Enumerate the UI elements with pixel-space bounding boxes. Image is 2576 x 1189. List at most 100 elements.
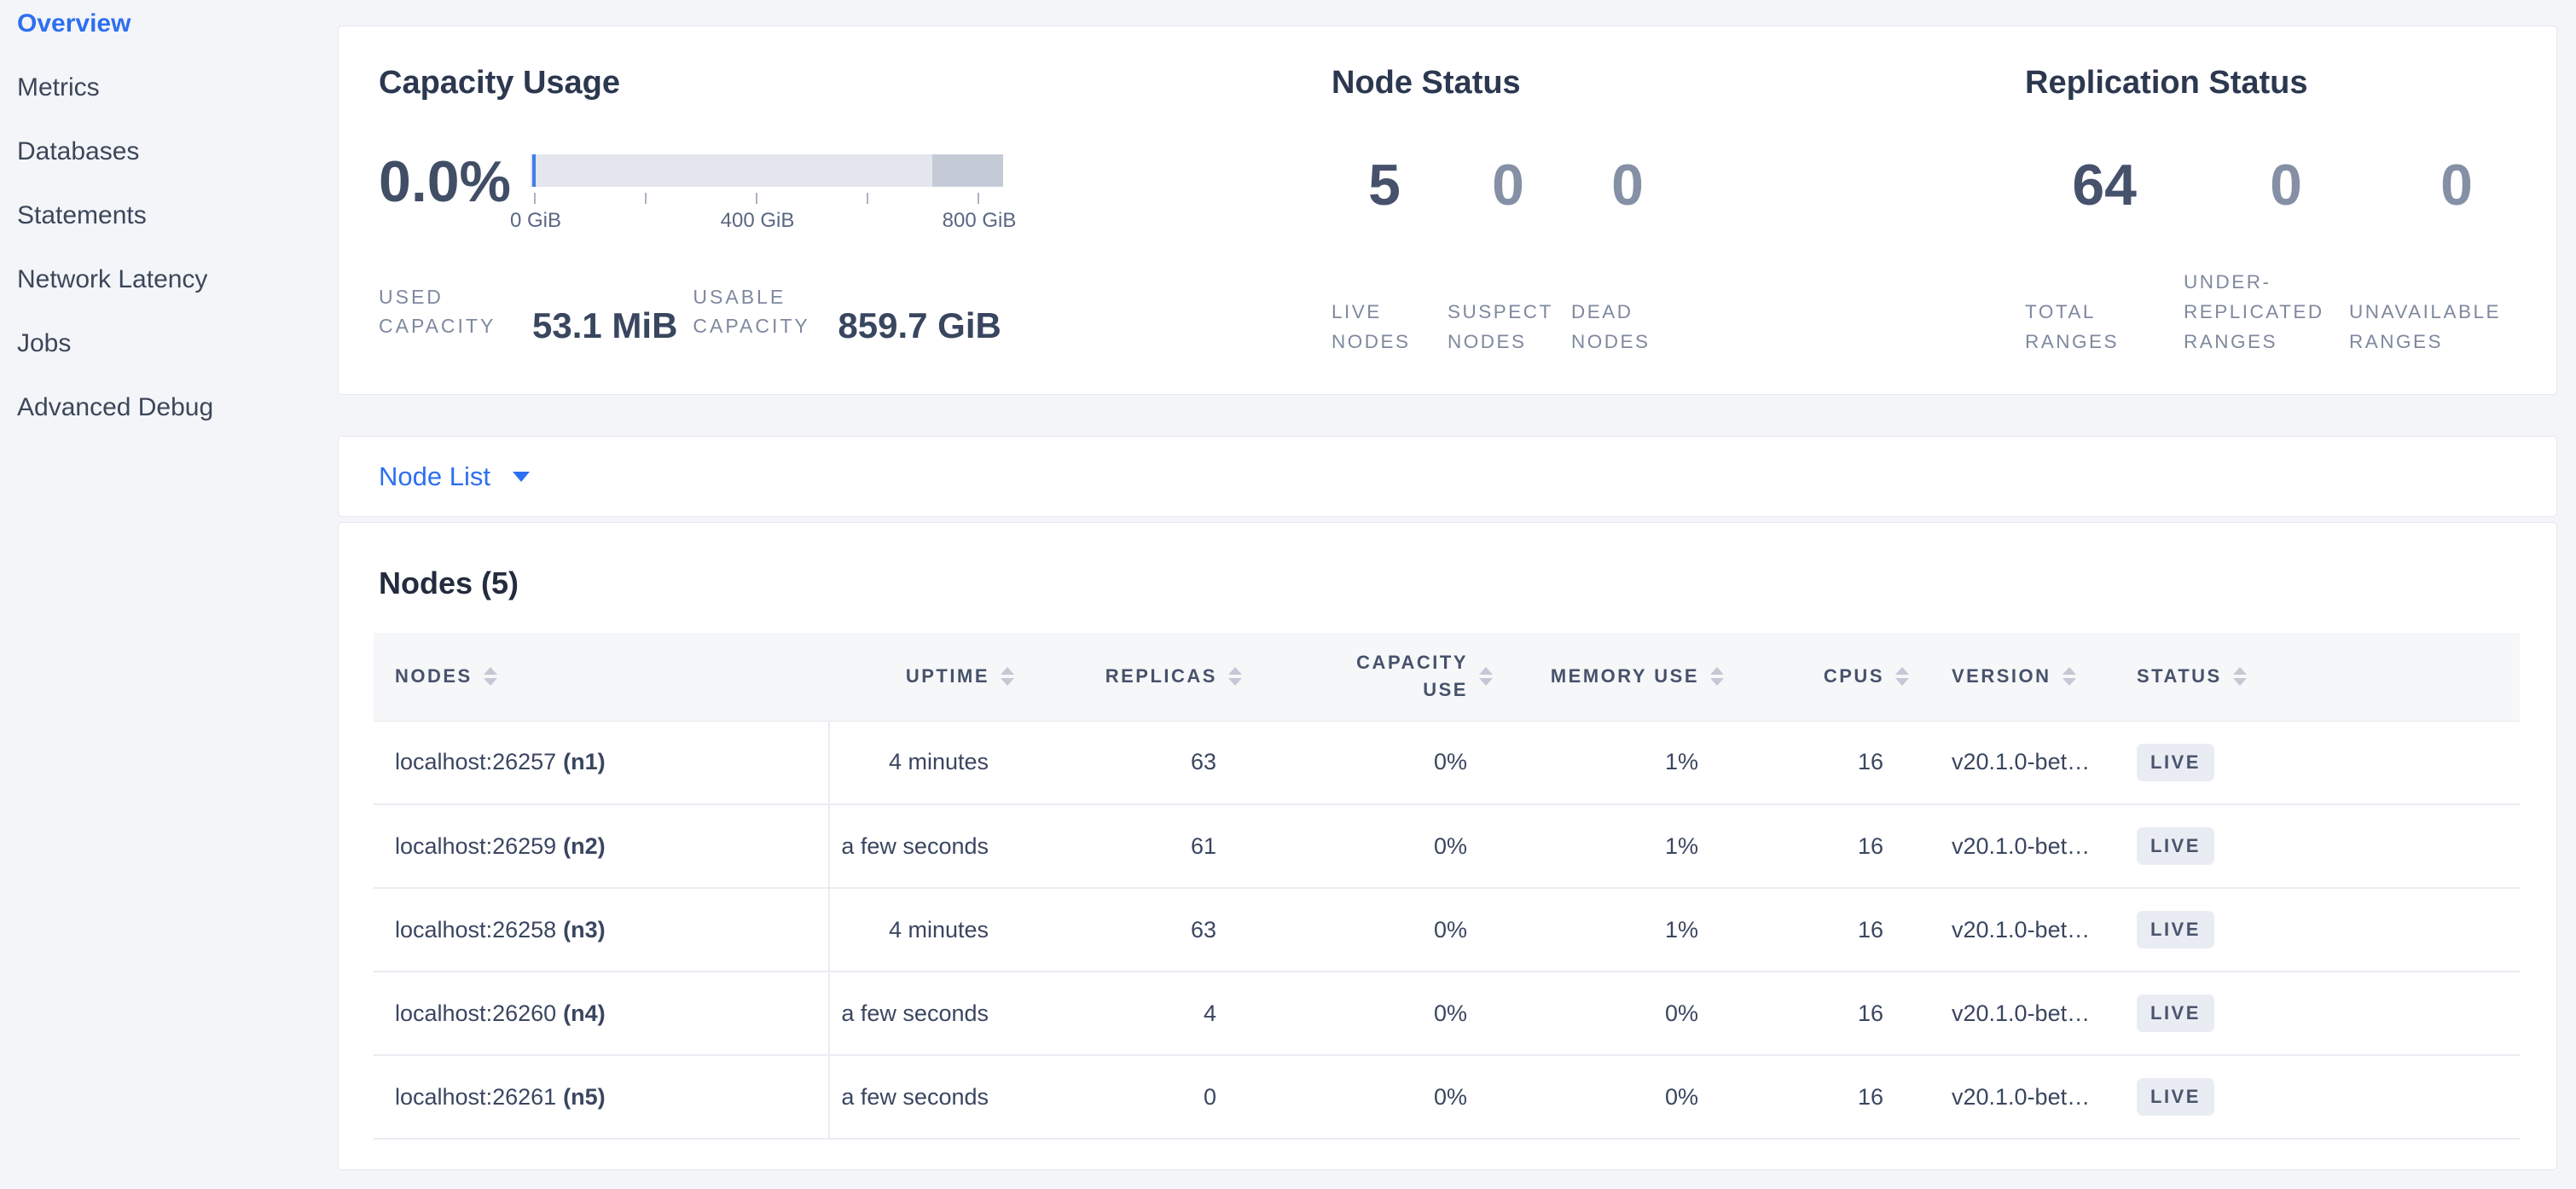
axis-label-800: 800 GiB	[943, 209, 1017, 233]
table-row: localhost:26257(n1) 4 minutes 63 0% 1% 1…	[374, 721, 2520, 804]
memory-use-cell: 1%	[1514, 721, 1745, 804]
live-nodes-stat: 5 LIVE NODES	[1332, 156, 1448, 357]
capacity-bar	[531, 154, 1003, 187]
live-nodes-value: 5	[1332, 156, 1448, 214]
status-badge: LIVE	[2137, 1078, 2214, 1116]
node-list-dropdown-label: Node List	[379, 461, 490, 492]
version-cell: v20.1.0-bet…	[1930, 972, 2115, 1055]
caret-down-icon	[513, 472, 530, 482]
status-cell: LIVE	[2115, 972, 2520, 1055]
node-address: localhost:26257	[395, 749, 556, 774]
table-row: localhost:26261(n5) a few seconds 0 0% 0…	[374, 1055, 2520, 1139]
capacity-use-cell: 0%	[1263, 972, 1514, 1055]
node-address-cell[interactable]: localhost:26259 (n2)	[374, 804, 829, 888]
live-nodes-label: LIVE NODES	[1332, 298, 1434, 357]
suspect-nodes-stat: 0 SUSPECT NODES	[1448, 156, 1571, 357]
status-badge: LIVE	[2137, 827, 2214, 865]
replicas-cell: 63	[1036, 888, 1263, 972]
column-header-memory-use[interactable]: MEMORY USE	[1514, 633, 1745, 721]
sort-icon	[484, 667, 497, 686]
dead-nodes-label: DEAD NODES	[1571, 298, 1674, 357]
capacity-axis-labels: 0 GiB 400 GiB 800 GiB	[531, 209, 1003, 235]
node-address-cell[interactable]: localhost:26261 (n5)	[374, 1055, 829, 1139]
capacity-use-cell: 0%	[1263, 721, 1514, 804]
sidebar-item-advanced-debug[interactable]: Advanced Debug	[17, 375, 338, 439]
suspect-nodes-value: 0	[1448, 156, 1571, 214]
capacity-use-cell: 0%	[1263, 1055, 1514, 1139]
sort-icon	[2063, 667, 2076, 686]
sidebar-nav: Overview Metrics Databases Statements Ne…	[17, 0, 338, 439]
table-row: localhost:26259(n2) a few seconds 61 0% …	[374, 804, 2520, 888]
total-ranges-label: TOTAL RANGES	[2025, 298, 2177, 357]
replicas-cell: 0	[1036, 1055, 1263, 1139]
uptime-cell: a few seconds	[829, 1055, 1036, 1139]
replication-status-title: Replication Status	[2025, 64, 2556, 103]
node-id: (n3)	[563, 917, 606, 942]
node-id: (n5)	[563, 1084, 606, 1110]
column-header-replicas[interactable]: REPLICAS	[1036, 633, 1263, 721]
unavailable-ranges-label: UNAVAILABLE RANGES	[2349, 298, 2501, 357]
total-ranges-stat: 64 TOTAL RANGES	[2025, 156, 2184, 357]
nodes-table-title: Nodes (5)	[379, 566, 2521, 601]
column-header-nodes[interactable]: NODES	[374, 633, 829, 721]
node-address-cell[interactable]: localhost:26260 (n4)	[374, 972, 829, 1055]
table-row: localhost:26258(n3) 4 minutes 63 0% 1% 1…	[374, 888, 2520, 972]
node-address-cell[interactable]: localhost:26257 (n1)	[374, 721, 829, 804]
sidebar: Overview Metrics Databases Statements Ne…	[0, 0, 338, 1189]
under-replicated-ranges-stat: 0 UNDER-REPLICATED RANGES	[2184, 156, 2349, 357]
replicas-cell: 63	[1036, 721, 1263, 804]
capacity-use-cell: 0%	[1263, 888, 1514, 972]
capacity-use-cell: 0%	[1263, 804, 1514, 888]
sidebar-item-network-latency[interactable]: Network Latency	[17, 247, 338, 311]
column-header-version[interactable]: VERSION	[1930, 633, 2115, 721]
status-cell: LIVE	[2115, 721, 2520, 804]
node-status-stats: 5 LIVE NODES 0 SUSPECT NODES 0 DEAD NODE…	[1332, 156, 2025, 357]
replication-status-panel: Replication Status 64 TOTAL RANGES 0 UND…	[2025, 26, 2556, 394]
column-header-uptime[interactable]: UPTIME	[829, 633, 1036, 721]
capacity-stats-row: USED CAPACITY 53.1 MiB USABLE CAPACITY 8…	[379, 282, 1332, 344]
sidebar-item-metrics[interactable]: Metrics	[17, 55, 338, 119]
main-content: Capacity Usage 0.0% 0 GiB 400 Gi	[338, 0, 2557, 1170]
total-ranges-value: 64	[2025, 156, 2184, 214]
unavailable-ranges-value: 0	[2349, 156, 2520, 214]
sort-icon	[1479, 667, 1493, 686]
node-status-panel: Node Status 5 LIVE NODES 0 SUSPECT NODES…	[1332, 26, 2025, 394]
sidebar-item-statements[interactable]: Statements	[17, 183, 338, 247]
uptime-cell: 4 minutes	[829, 888, 1036, 972]
nodes-table: NODES UPTIME REPLICAS CAPACITY USE MEMOR	[374, 633, 2520, 1140]
node-address: localhost:26260	[395, 1000, 556, 1026]
used-capacity-label: USED CAPACITY	[379, 282, 525, 341]
status-cell: LIVE	[2115, 804, 2520, 888]
node-id: (n2)	[563, 833, 606, 859]
status-badge: LIVE	[2137, 911, 2214, 948]
suspect-nodes-label: SUSPECT NODES	[1448, 298, 1550, 357]
node-id: (n1)	[563, 749, 606, 774]
cpus-cell: 16	[1745, 888, 1930, 972]
node-address: localhost:26261	[395, 1084, 556, 1110]
sort-icon	[1895, 667, 1909, 686]
capacity-bar-group: 0 GiB 400 GiB 800 GiB	[531, 153, 1003, 235]
sidebar-item-overview[interactable]: Overview	[17, 0, 338, 55]
column-header-status[interactable]: STATUS	[2115, 633, 2520, 721]
capacity-bar-other-segment	[932, 154, 1003, 187]
replicas-cell: 61	[1036, 804, 1263, 888]
uptime-cell: a few seconds	[829, 972, 1036, 1055]
sidebar-item-databases[interactable]: Databases	[17, 119, 338, 183]
cpus-cell: 16	[1745, 972, 1930, 1055]
replication-stats: 64 TOTAL RANGES 0 UNDER-REPLICATED RANGE…	[2025, 156, 2556, 357]
sidebar-item-jobs[interactable]: Jobs	[17, 311, 338, 375]
status-badge: LIVE	[2137, 744, 2214, 781]
column-header-capacity-use[interactable]: CAPACITY USE	[1263, 633, 1514, 721]
under-replicated-ranges-label: UNDER-REPLICATED RANGES	[2184, 268, 2335, 357]
cluster-summary-card: Capacity Usage 0.0% 0 GiB 400 Gi	[338, 26, 2557, 395]
memory-use-cell: 0%	[1514, 972, 1745, 1055]
node-id: (n4)	[563, 1000, 606, 1026]
node-status-title: Node Status	[1332, 64, 2025, 103]
node-address: localhost:26258	[395, 917, 556, 942]
column-header-cpus[interactable]: CPUS	[1745, 633, 1930, 721]
usable-capacity-value: 859.7 GiB	[838, 308, 1001, 344]
version-cell: v20.1.0-bet…	[1930, 804, 2115, 888]
node-address: localhost:26259	[395, 833, 556, 859]
node-list-dropdown[interactable]: Node List	[379, 461, 530, 492]
node-address-cell[interactable]: localhost:26258 (n3)	[374, 888, 829, 972]
